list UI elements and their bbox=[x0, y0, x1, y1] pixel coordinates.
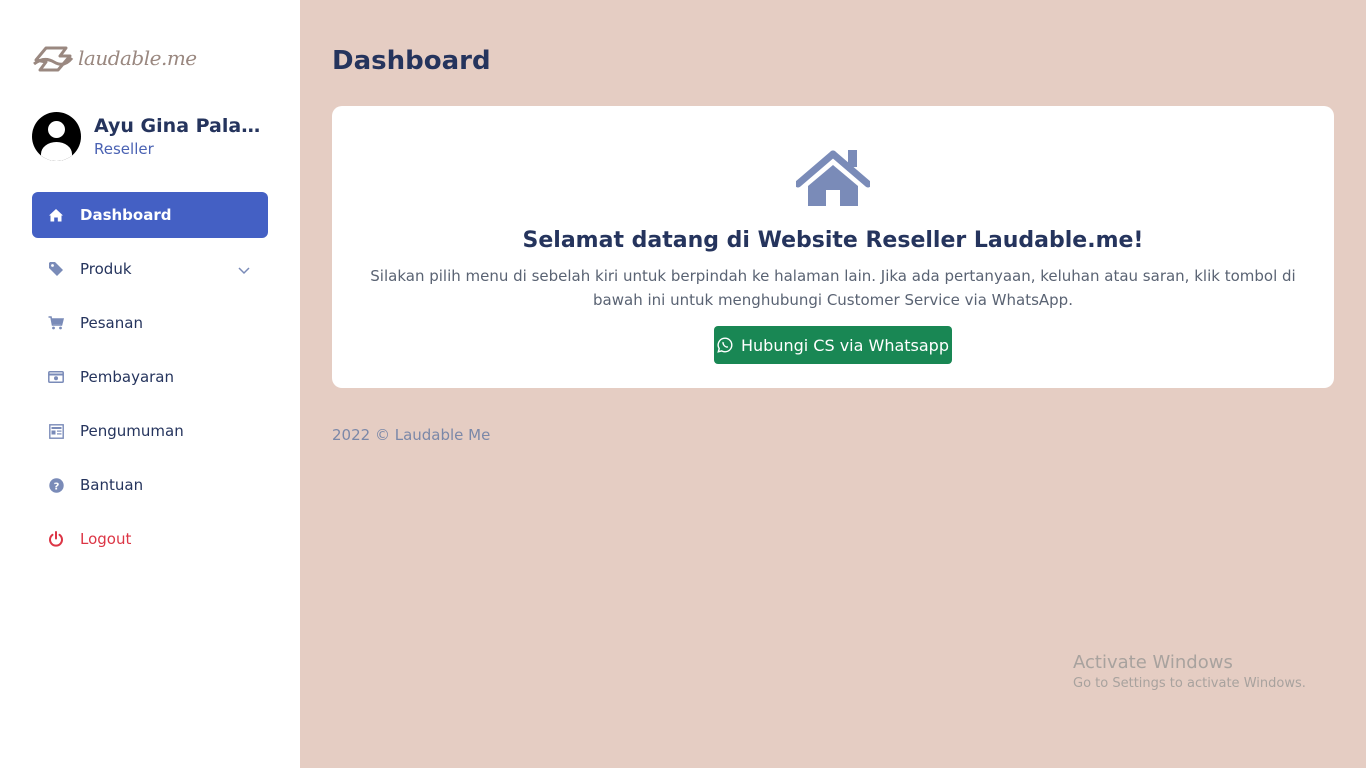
welcome-card: Selamat datang di Website Reseller Lauda… bbox=[332, 106, 1334, 388]
welcome-description: Silakan pilih menu di sebelah kiri untuk… bbox=[370, 267, 1296, 309]
home-icon bbox=[794, 146, 872, 210]
logo-text: laudable.me bbox=[78, 46, 197, 70]
profile-name: Ayu Gina Palas... bbox=[94, 115, 264, 137]
sidebar-item-pembayaran[interactable]: Pembayaran bbox=[32, 354, 268, 400]
sidebar-item-label: Logout bbox=[80, 530, 132, 548]
profile-role: Reseller bbox=[94, 140, 154, 158]
money-icon bbox=[48, 369, 64, 385]
sidebar-item-label: Pengumuman bbox=[80, 422, 184, 440]
contact-cs-button-label: Hubungi CS via Whatsapp bbox=[740, 335, 949, 355]
newspaper-icon bbox=[48, 423, 64, 439]
contact-cs-whatsapp-button[interactable]: Hubungi CS via Whatsapp bbox=[714, 326, 952, 364]
sidebar-item-produk[interactable]: Produk bbox=[32, 246, 268, 292]
windows-activation-watermark: Activate Windows Go to Settings to activ… bbox=[1073, 652, 1306, 691]
sidebar-item-pengumuman[interactable]: Pengumuman bbox=[32, 408, 268, 454]
power-icon bbox=[48, 531, 64, 547]
whatsapp-icon bbox=[717, 337, 733, 353]
svg-text:?: ? bbox=[53, 481, 59, 492]
cart-icon bbox=[48, 315, 64, 331]
welcome-heading: Selamat datang di Website Reseller Lauda… bbox=[522, 228, 1144, 253]
sidebar-item-bantuan[interactable]: ? Bantuan bbox=[32, 462, 268, 508]
sidebar-nav: Dashboard Produk Pesanan Pembayaran Peng… bbox=[32, 192, 268, 570]
question-icon: ? bbox=[48, 477, 64, 493]
sidebar-item-label: Pesanan bbox=[80, 314, 143, 332]
tag-icon bbox=[48, 261, 64, 277]
footer-copyright: 2022 © Laudable Me bbox=[332, 426, 491, 444]
logo-mark-icon bbox=[33, 46, 74, 72]
sidebar-item-dashboard[interactable]: Dashboard bbox=[32, 192, 268, 238]
sidebar-item-label: Produk bbox=[80, 260, 132, 278]
sidebar: laudable.me Ayu Gina Palas... Reseller D… bbox=[0, 0, 300, 768]
watermark-subtitle: Go to Settings to activate Windows. bbox=[1073, 676, 1306, 691]
sidebar-item-label: Pembayaran bbox=[80, 368, 174, 386]
chevron-down-icon[interactable] bbox=[238, 261, 250, 279]
sidebar-item-label: Bantuan bbox=[80, 476, 144, 494]
sidebar-item-pesanan[interactable]: Pesanan bbox=[32, 300, 268, 346]
watermark-title: Activate Windows bbox=[1073, 652, 1233, 673]
home-icon bbox=[48, 207, 64, 223]
page-title: Dashboard bbox=[332, 46, 491, 76]
sidebar-item-label: Dashboard bbox=[80, 206, 172, 224]
brand-logo[interactable]: laudable.me bbox=[32, 40, 197, 76]
user-profile: Ayu Gina Palas... Reseller bbox=[32, 112, 264, 161]
sidebar-item-logout[interactable]: Logout bbox=[32, 516, 268, 562]
avatar bbox=[32, 112, 81, 161]
